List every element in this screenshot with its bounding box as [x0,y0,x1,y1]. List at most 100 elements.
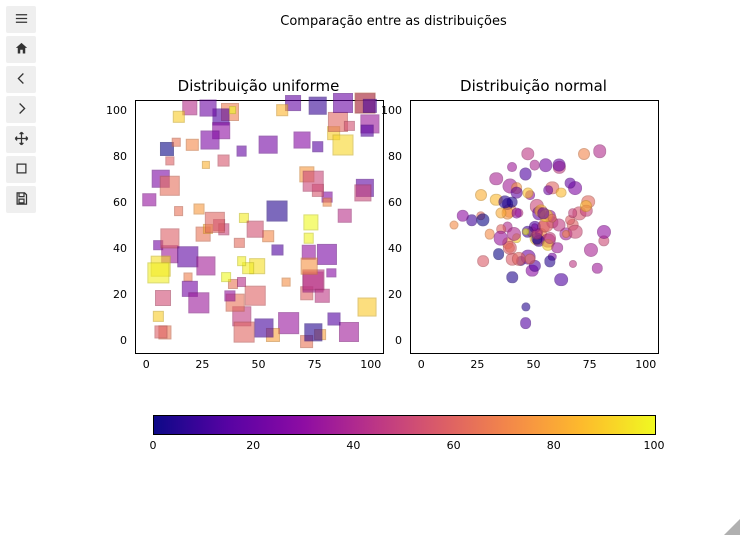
x-tick: 25 [195,358,209,371]
data-point [510,186,523,199]
colorbar-tick: 100 [644,439,665,452]
save-button[interactable] [6,186,36,213]
data-point [254,318,273,337]
data-point [186,138,198,150]
data-point [237,257,247,267]
data-point [354,184,371,201]
colorbar-tick: 0 [150,439,157,452]
data-point [578,148,590,160]
data-point [155,290,171,306]
data-point [490,172,504,186]
data-point [539,158,553,172]
data-point [597,225,611,239]
data-point [172,138,181,147]
data-point [529,160,540,171]
pan-button[interactable] [6,126,36,153]
data-point [327,268,336,277]
menu-icon [14,11,29,29]
x-tick: 75 [583,358,597,371]
data-point [301,258,318,275]
data-point [507,162,517,172]
data-point [225,290,236,301]
data-point [159,176,179,196]
home-button[interactable] [6,36,36,63]
zoom-button[interactable] [6,156,36,183]
data-point [202,161,210,169]
data-point [531,223,539,231]
forward-icon [14,101,29,119]
data-point [477,255,489,267]
data-point [362,98,376,112]
data-point [294,131,311,148]
x-tick: 0 [418,358,425,371]
menu-button[interactable] [6,6,36,33]
colorbar-tick: 40 [346,439,360,452]
zoom-icon [14,161,29,179]
data-point [556,187,567,198]
data-point [304,233,315,244]
x-tick: 50 [252,358,266,371]
data-point [221,272,231,282]
x-tick: 75 [308,358,322,371]
data-point [332,134,353,155]
data-point [338,208,353,223]
data-point [507,227,521,241]
subplot-uniforme[interactable] [135,100,384,354]
data-point [521,303,530,312]
back-icon [14,71,29,89]
data-point [592,263,602,273]
data-point [339,322,359,342]
data-point [568,208,578,218]
data-point [580,200,592,212]
colorbar-tick: 20 [246,439,260,452]
data-point [312,141,324,153]
data-point [278,312,300,334]
data-point [493,231,508,246]
data-point [174,206,184,216]
data-point [506,272,517,283]
data-point [511,208,522,219]
data-point [247,221,264,238]
data-point [233,322,254,343]
data-point [272,244,283,255]
pan-icon [14,131,29,149]
resize-grip[interactable] [724,519,740,535]
data-point [193,203,204,214]
data-point [259,135,278,154]
data-point [303,171,324,192]
data-point [544,232,556,244]
subplot-normal[interactable] [410,100,659,354]
data-point [522,228,530,236]
colorbar-tick: 80 [547,439,561,452]
data-point [153,311,163,321]
data-point [148,262,169,283]
back-button[interactable] [6,66,36,93]
data-point [565,178,576,189]
x-tick: 50 [527,358,541,371]
data-point [562,230,570,238]
home-icon [14,41,29,59]
data-point [204,212,224,232]
data-point [476,214,489,227]
figure-suptitle: Comparação entre as distribuições [45,14,742,29]
data-point [522,187,533,198]
data-point [154,326,167,339]
data-point [333,93,353,113]
data-point [304,215,319,230]
data-point [361,124,374,137]
data-point [323,197,332,206]
data-point [521,147,534,160]
data-point [236,146,247,157]
data-point [584,243,598,257]
data-point [519,168,532,181]
colorbar[interactable] [153,415,656,435]
data-point [217,154,230,167]
forward-button[interactable] [6,96,36,123]
data-point [449,220,458,229]
data-point [495,208,506,219]
data-point [267,200,288,221]
data-point [569,260,577,268]
data-point [555,273,569,287]
data-point [305,324,322,341]
data-point [282,278,291,287]
